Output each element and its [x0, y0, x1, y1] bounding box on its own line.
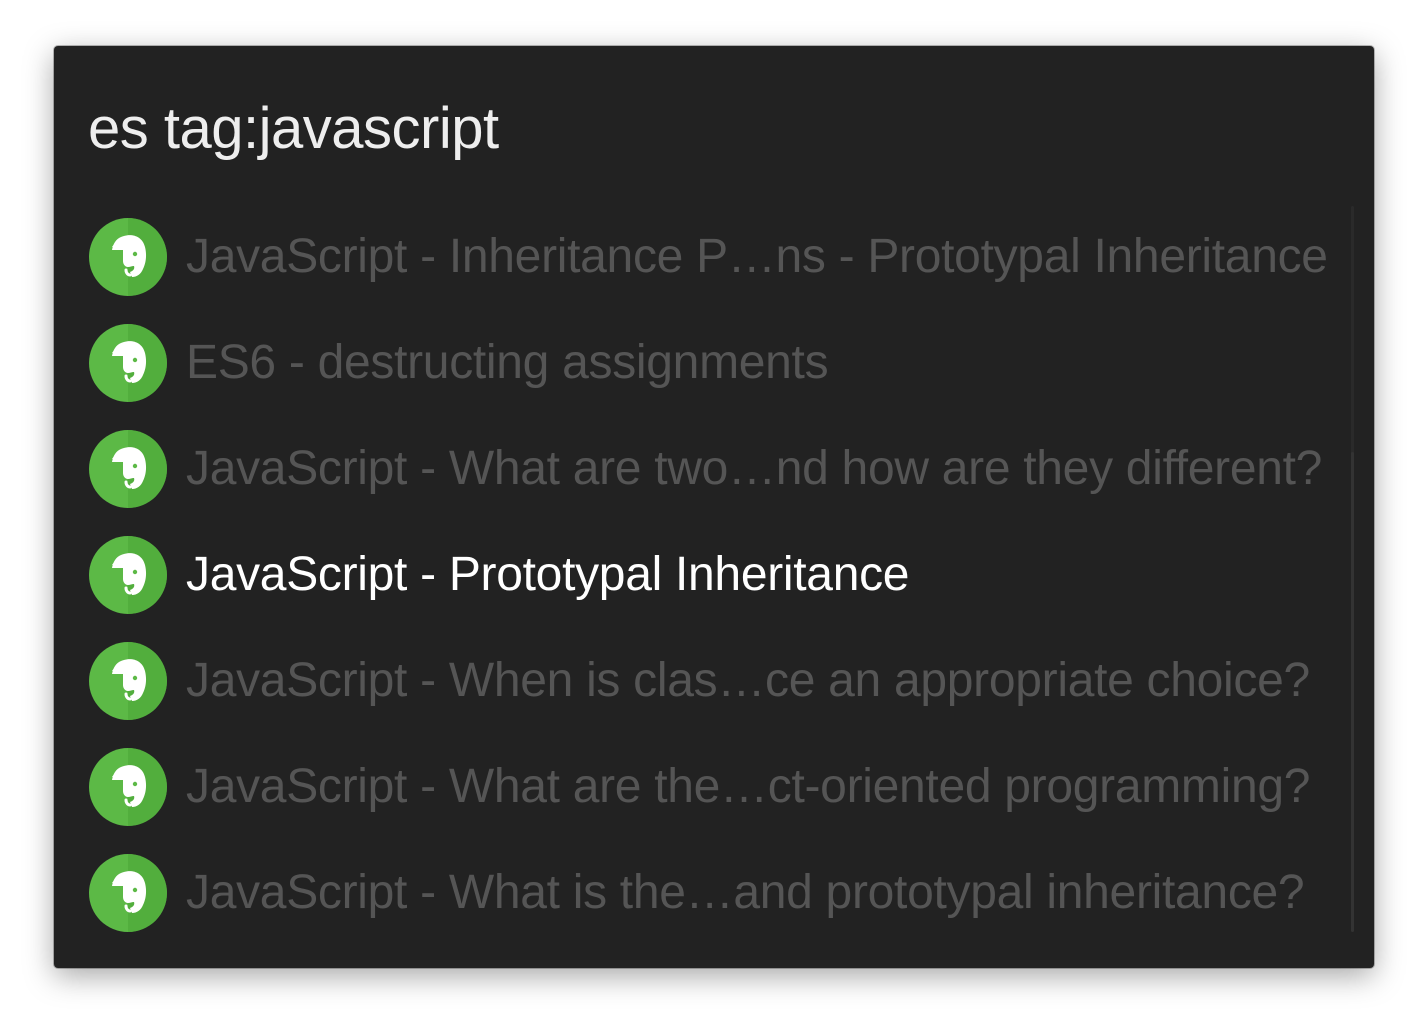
result-title: JavaScript - What are two…nd how are the…: [186, 442, 1323, 495]
results-list: JavaScript - Inheritance P…ns - Prototyp…: [88, 204, 1338, 946]
evernote-icon: [88, 853, 168, 933]
result-title: JavaScript - Inheritance P…ns - Prototyp…: [186, 230, 1328, 283]
evernote-icon: [88, 429, 168, 509]
scrollbar-thumb[interactable]: [1351, 452, 1354, 932]
evernote-icon: [88, 217, 168, 297]
evernote-icon: [88, 535, 168, 615]
result-title: JavaScript - When is clas…ce an appropri…: [186, 654, 1310, 707]
result-title: JavaScript - Prototypal Inheritance: [186, 548, 910, 601]
result-item[interactable]: JavaScript - What are two…nd how are the…: [88, 416, 1338, 522]
result-item[interactable]: ES6 - destructing assignments: [88, 310, 1338, 416]
evernote-icon: [88, 747, 168, 827]
result-title: ES6 - destructing assignments: [186, 336, 829, 389]
result-title: JavaScript - What is the…and prototypal …: [186, 866, 1305, 919]
result-item[interactable]: JavaScript - When is clas…ce an appropri…: [88, 628, 1338, 734]
result-item[interactable]: JavaScript - Prototypal Inheritance: [88, 522, 1338, 628]
launcher-window: es tag:javascript JavaScript - Inheritan…: [54, 46, 1374, 968]
evernote-icon: [88, 641, 168, 721]
result-item[interactable]: JavaScript - What is the…and prototypal …: [88, 840, 1338, 946]
evernote-icon: [88, 323, 168, 403]
results-scrollbar[interactable]: [1351, 206, 1354, 932]
search-query-input[interactable]: es tag:javascript: [88, 94, 1288, 164]
result-item[interactable]: JavaScript - Inheritance P…ns - Prototyp…: [88, 204, 1338, 310]
result-title: JavaScript - What are the…ct-oriented pr…: [186, 760, 1311, 813]
result-item[interactable]: JavaScript - What are the…ct-oriented pr…: [88, 734, 1338, 840]
